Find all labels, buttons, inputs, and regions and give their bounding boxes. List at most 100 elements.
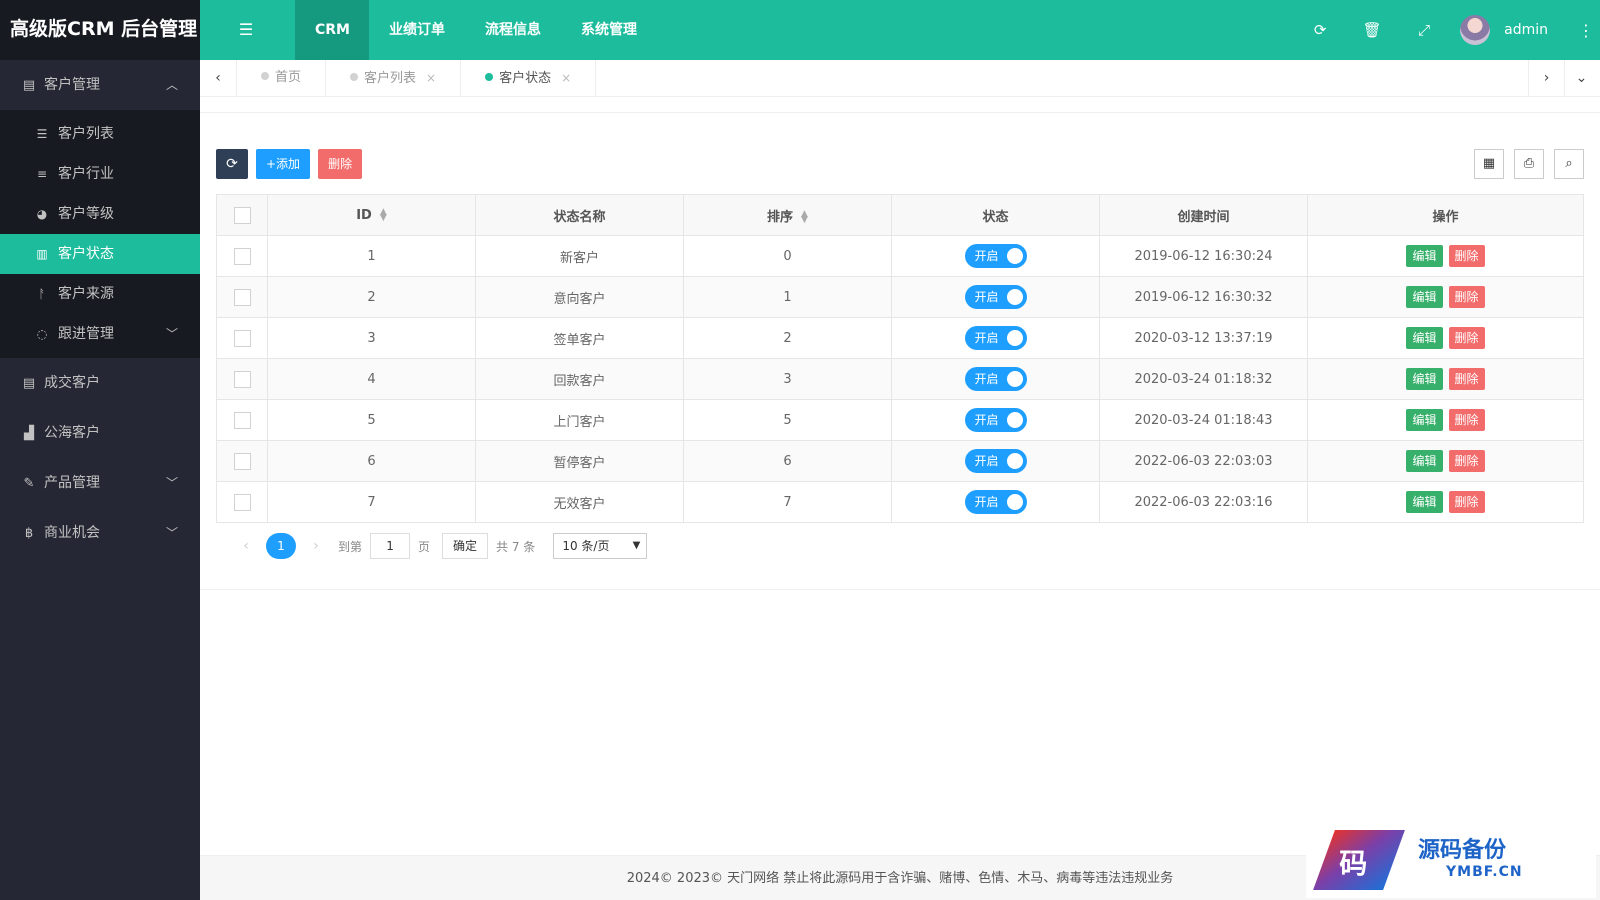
refresh-button[interactable]: ⟳	[216, 149, 248, 179]
status-toggle[interactable]: 开启	[964, 244, 1027, 268]
delete-button[interactable]: 删除	[1448, 327, 1485, 349]
delete-button[interactable]: 删除	[1448, 409, 1485, 431]
edit-button[interactable]: 编辑	[1406, 286, 1443, 308]
row-checkbox[interactable]	[233, 493, 251, 511]
print-icon[interactable]: ⎙	[1514, 149, 1544, 179]
sidebar-item-label: 成交客户	[44, 375, 100, 391]
row-checkbox[interactable]	[233, 452, 251, 470]
cell-created: 2020-03-12 13:37:19	[1099, 317, 1308, 359]
cell-status: 开启	[891, 317, 1100, 359]
column-header-id[interactable]: ID ▲ ▼	[267, 194, 476, 236]
delete-button[interactable]: 删除	[1448, 491, 1485, 513]
watermark-logo-char: 码	[1339, 847, 1368, 880]
sidebar-item-business-opportunity[interactable]: ฿ 商业机会 ﹀	[0, 508, 200, 558]
select-all-cell	[216, 194, 268, 236]
username[interactable]: admin	[1504, 22, 1548, 38]
column-header-sort[interactable]: 排序 ▲ ▼	[683, 194, 892, 236]
status-toggle[interactable]: 开启	[964, 326, 1027, 350]
fullscreen-icon[interactable]: ⤢	[1398, 21, 1450, 39]
delete-button[interactable]: 删除	[1448, 450, 1485, 472]
sidebar-item-customer-level[interactable]: ◕ 客户等级	[0, 194, 200, 234]
edit-button[interactable]: 编辑	[1406, 368, 1443, 390]
next-page-icon[interactable]: ›	[302, 538, 330, 554]
tab-scroll-left-icon[interactable]: ‹	[200, 60, 237, 96]
add-button[interactable]: +添加	[256, 149, 311, 179]
cell-created: 2022-06-03 22:03:16	[1099, 481, 1308, 523]
prev-page-icon[interactable]: ‹	[232, 538, 260, 554]
sidebar-item-customer-management[interactable]: ▤ 客户管理 ︿	[0, 60, 200, 110]
search-icon[interactable]: ⌕	[1554, 149, 1584, 179]
edit-button[interactable]: 编辑	[1406, 491, 1443, 513]
top-nav-orders[interactable]: 业绩订单	[369, 0, 465, 60]
tab-dot	[485, 73, 494, 81]
refresh-icon: ⟳	[226, 156, 238, 172]
cell-status: 开启	[891, 440, 1100, 482]
current-page[interactable]: 1	[266, 533, 296, 559]
avatar[interactable]	[1460, 15, 1491, 45]
edit-button[interactable]: 编辑	[1406, 409, 1443, 431]
sidebar-item-label: 客户状态	[58, 246, 114, 262]
watermark: 码 源码备份 YMBF.CN	[1306, 820, 1596, 898]
goto-page-input[interactable]: 1	[370, 533, 411, 559]
select-all-checkbox[interactable]	[233, 206, 251, 224]
row-checkbox[interactable]	[233, 288, 251, 306]
sidebar-item-customer-source[interactable]: ᚨ 客户来源	[0, 274, 200, 314]
close-icon[interactable]: ×	[426, 71, 436, 85]
tab-list: 首页 客户列表 × 客户状态 ×	[237, 60, 597, 96]
top-nav-process[interactable]: 流程信息	[465, 0, 561, 60]
tab-customer-status[interactable]: 客户状态 ×	[461, 60, 597, 96]
chevron-down-icon: ▼	[632, 540, 641, 551]
close-icon[interactable]: ×	[561, 71, 571, 85]
sidebar-item-public-customers[interactable]: ▟ 公海客户	[0, 408, 200, 458]
status-toggle[interactable]: 开启	[964, 408, 1027, 432]
top-nav-crm[interactable]: CRM	[295, 0, 369, 60]
sidebar-item-customer-industry[interactable]: ≡ 客户行业	[0, 154, 200, 194]
row-checkbox[interactable]	[233, 247, 251, 265]
top-nav-system[interactable]: 系统管理	[561, 0, 657, 60]
columns-icon[interactable]: ▦	[1474, 149, 1504, 179]
status-toggle[interactable]: 开启	[964, 449, 1027, 473]
sidebar-item-closed-customers[interactable]: ▤ 成交客户	[0, 358, 200, 408]
refresh-icon[interactable]: ⟳	[1294, 21, 1346, 39]
status-toggle[interactable]: 开启	[964, 285, 1027, 309]
cell-name: 暂停客户	[475, 440, 684, 482]
table-row: 6 暂停客户 6 开启 2022-06-03 22:03:03 编辑 删除	[216, 440, 1584, 482]
edit-button[interactable]: 编辑	[1406, 327, 1443, 349]
trash-icon[interactable]: 🗑	[1346, 21, 1398, 39]
row-select-cell	[216, 399, 268, 441]
batch-delete-button[interactable]: 删除	[318, 149, 363, 179]
top-header: 高级版CRM 后台管理 ☰ CRM 业绩订单 流程信息 系统管理 ⟳ 🗑 ⤢ a…	[0, 0, 1600, 60]
cell-actions: 编辑 删除	[1307, 440, 1584, 482]
cell-sort: 7	[683, 481, 892, 523]
sidebar-item-customer-status[interactable]: ▥ 客户状态	[0, 234, 200, 274]
page-size-select[interactable]: 10 条/页 ▼	[553, 533, 648, 559]
delete-button[interactable]: 删除	[1448, 245, 1485, 267]
sidebar-item-customer-list[interactable]: ☰ 客户列表	[0, 114, 200, 154]
sidebar-item-follow-up[interactable]: ◌ 跟进管理 ﹀	[0, 314, 200, 354]
status-toggle[interactable]: 开启	[964, 490, 1027, 514]
status-toggle[interactable]: 开启	[964, 367, 1027, 391]
goto-confirm-button[interactable]: 确定	[442, 533, 489, 559]
delete-button[interactable]: 删除	[1448, 286, 1485, 308]
row-checkbox[interactable]	[233, 370, 251, 388]
more-vertical-icon[interactable]: ⋮	[1576, 21, 1596, 40]
tab-scroll-right-icon[interactable]: ›	[1528, 60, 1565, 96]
delete-button[interactable]: 删除	[1448, 368, 1485, 390]
edit-button[interactable]: 编辑	[1406, 245, 1443, 267]
row-checkbox[interactable]	[233, 329, 251, 347]
row-checkbox[interactable]	[233, 411, 251, 429]
chevron-down-icon[interactable]: ⌄	[1563, 60, 1600, 96]
menu-icon[interactable]: ☰	[236, 20, 256, 40]
list-icon: ☰	[36, 127, 48, 141]
toggle-knob	[1006, 412, 1023, 428]
cell-sort: 5	[683, 399, 892, 441]
column-header-created: 创建时间	[1099, 194, 1308, 236]
tab-customer-list[interactable]: 客户列表 ×	[326, 60, 462, 96]
sidebar-item-product-management[interactable]: ✎ 产品管理 ﹀	[0, 458, 200, 508]
toggle-knob	[1006, 494, 1023, 510]
tab-home[interactable]: 首页	[237, 60, 327, 96]
goto-prefix: 到第	[338, 539, 363, 554]
edit-button[interactable]: 编辑	[1406, 450, 1443, 472]
sort-icon[interactable]: ▲ ▼	[801, 210, 808, 225]
sort-icon[interactable]: ▲ ▼	[380, 208, 387, 223]
